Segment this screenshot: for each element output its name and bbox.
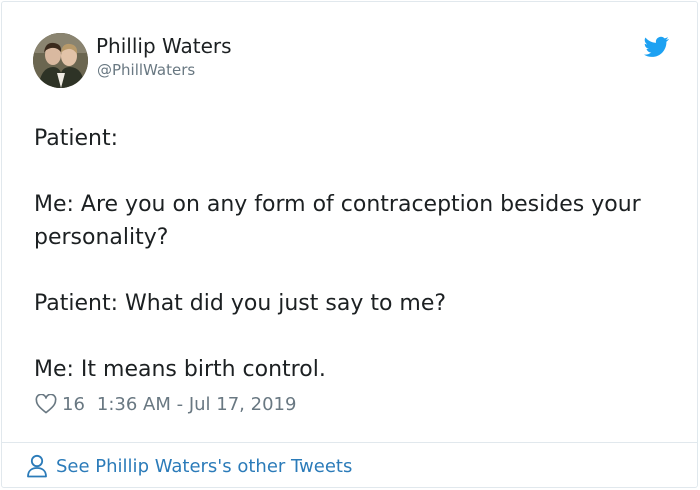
tweet-timestamp[interactable]: 1:36 AM - Jul 17, 2019 [97,394,297,415]
tweet-text: Patient: Me: Are you on any form of cont… [34,122,674,386]
twitter-bird-icon[interactable] [644,36,669,58]
author-display-name[interactable]: Phillip Waters [96,34,232,58]
see-other-tweets-link[interactable]: See Phillip Waters's other Tweets [26,454,352,478]
tweet-line: Patient: What did you just say to me? [34,291,447,316]
footer-divider [2,442,697,443]
avatar[interactable] [33,33,88,88]
person-icon [27,454,47,478]
heart-icon[interactable] [35,394,57,414]
tweet-card: Phillip Waters @PhillWaters Patient: Me:… [1,1,698,488]
author-handle[interactable]: @PhillWaters [97,61,195,79]
tweet-meta: 16 1:36 AM - Jul 17, 2019 [35,391,296,417]
like-count[interactable]: 16 [62,394,85,415]
tweet-line: Me: It means birth control. [34,357,326,382]
tweet-line: Me: Are you on any form of contraception… [34,192,641,250]
tweet-line: Patient: [34,126,119,151]
see-other-tweets-label: See Phillip Waters's other Tweets [56,455,353,477]
